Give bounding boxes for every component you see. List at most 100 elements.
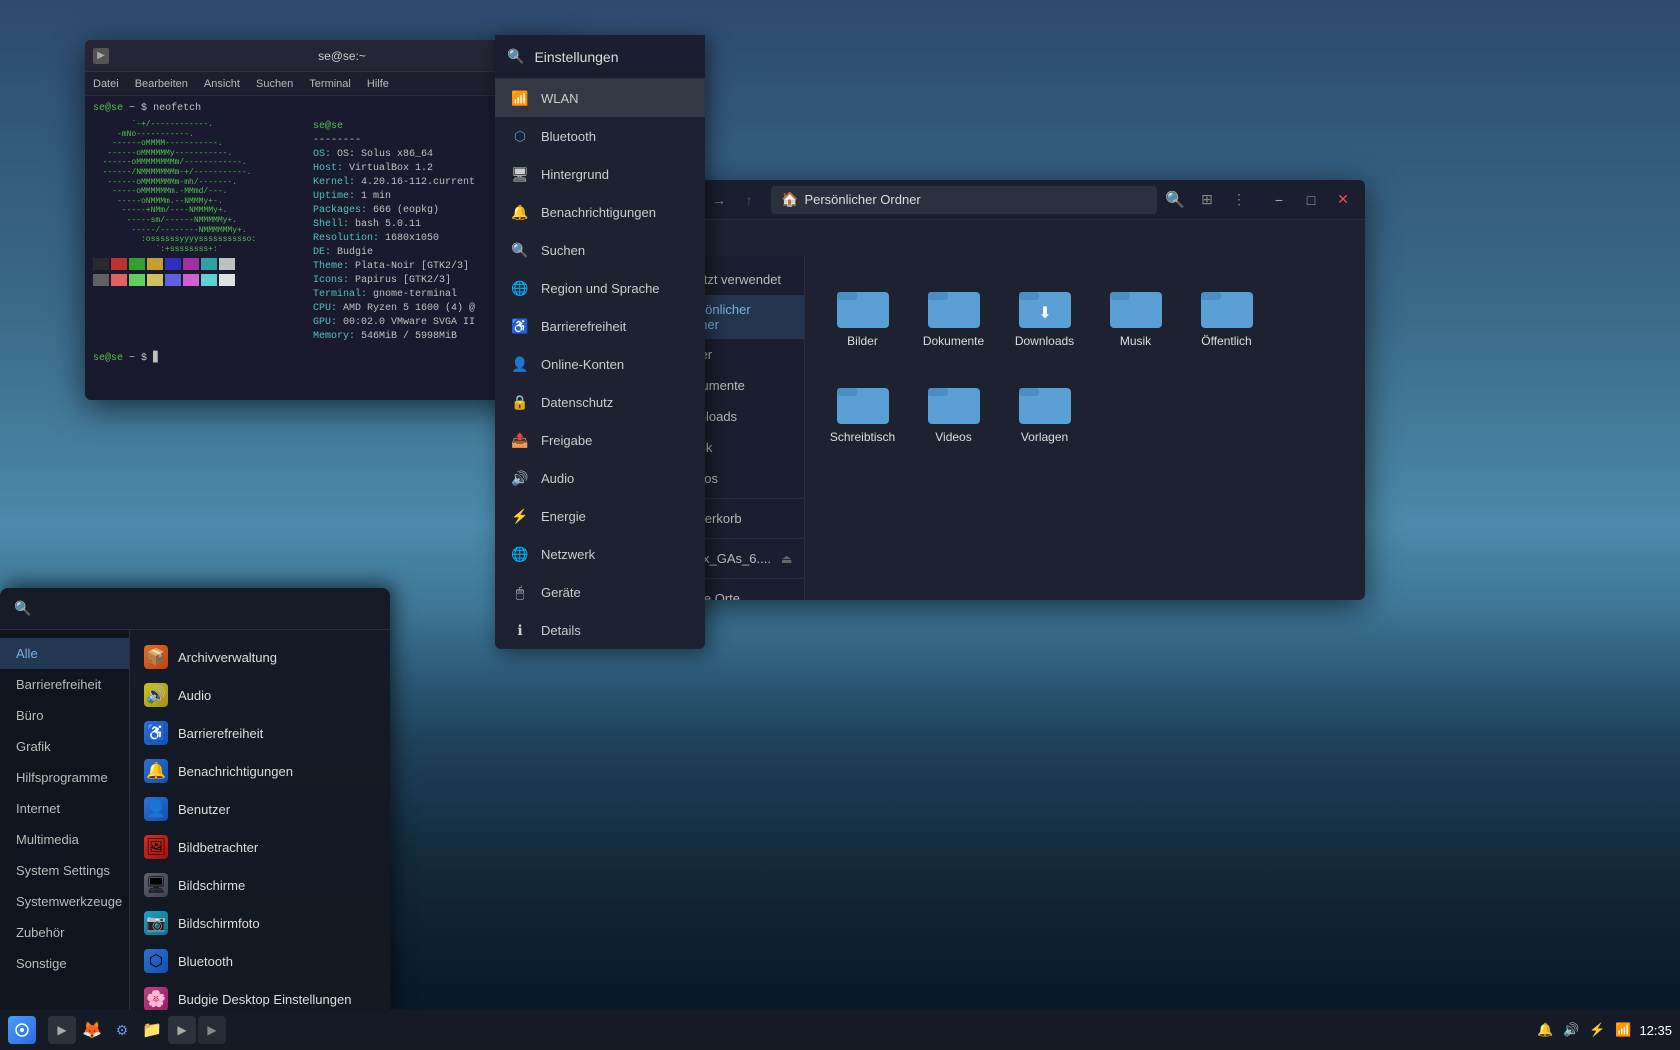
menu-suchen[interactable]: Suchen [256,78,293,90]
settings-netzwerk[interactable]: 🌐 Netzwerk [495,535,705,573]
folder-schreibtisch-name: Schreibtisch [830,430,895,444]
region-icon: 🌐 [511,279,529,297]
app-barrierefreiheit-icon: ♿ [144,721,168,745]
geraete-icon: 🖱 [511,583,529,601]
launcher-search-input[interactable] [39,601,376,617]
settings-audio[interactable]: 🔊 Audio [495,459,705,497]
settings-bluetooth[interactable]: ⬡ Bluetooth [495,117,705,155]
fm-forward-btn[interactable]: → [705,186,733,214]
fm-location-text: Persönlicher Ordner [804,192,920,207]
settings-suchen[interactable]: 🔍 Suchen [495,231,705,269]
app-barrierefreiheit[interactable]: ♿ Barrierefreiheit [130,714,390,752]
cat-hilfsprogramme[interactable]: Hilfsprogramme [0,762,129,793]
settings-energie-label: Energie [541,509,586,524]
app-bildschirmfoto-icon: 📷 [144,911,168,935]
app-benachrichtigungen[interactable]: 🔔 Benachrichtigungen [130,752,390,790]
menu-ansicht[interactable]: Ansicht [204,78,240,90]
app-budgie-desktop[interactable]: 🌸 Budgie Desktop Einstellungen [130,980,390,1010]
folder-downloads-icon: ⬇ [1019,284,1071,328]
tray-notification-icon[interactable]: 🔔 [1535,1020,1555,1040]
folder-musik[interactable]: Musik [1098,276,1173,356]
cat-alle[interactable]: Alle [0,638,129,669]
folder-vorlagen-icon [1019,380,1071,424]
taskbar-terminal2-icon[interactable]: ▶ [168,1016,196,1044]
menu-hilfe[interactable]: Hilfe [367,78,389,90]
settings-freigabe-label: Freigabe [541,433,592,448]
cat-system-settings[interactable]: System Settings [0,855,129,886]
barrierefreiheit-icon: ♿ [511,317,529,335]
settings-freigabe[interactable]: 📤 Freigabe [495,421,705,459]
app-archivverwaltung-name: Archivverwaltung [178,650,277,665]
taskbar-budgie-settings-icon[interactable]: ⚙ [108,1016,136,1044]
fm-menu-btn[interactable]: ⋮ [1225,186,1253,214]
settings-datenschutz[interactable]: 🔒 Datenschutz [495,383,705,421]
settings-suchen-label: Suchen [541,243,585,258]
fm-minimize-btn[interactable]: − [1265,186,1293,214]
app-audio[interactable]: 🔊 Audio [130,676,390,714]
cat-multimedia[interactable]: Multimedia [0,824,129,855]
fm-location-bar[interactable]: 🏠 Persönlicher Ordner [771,186,1157,214]
fm-search-btn[interactable]: 🔍 [1161,186,1189,214]
settings-geraete[interactable]: 🖱 Geräte [495,573,705,611]
taskbar-terminal-icon[interactable]: ▶ [48,1016,76,1044]
fm-view-toggle-btn[interactable]: ⊞ [1193,186,1221,214]
app-audio-icon: 🔊 [144,683,168,707]
hintergrund-icon: 🖥 [511,165,529,183]
settings-bluetooth-label: Bluetooth [541,129,596,144]
cat-buero[interactable]: Büro [0,700,129,731]
settings-region[interactable]: 🌐 Region und Sprache [495,269,705,307]
folder-schreibtisch[interactable]: Schreibtisch [825,372,900,452]
tray-power-icon[interactable]: ⚡ [1587,1020,1607,1040]
folder-bilder[interactable]: Bilder [825,276,900,356]
app-benachrichtigungen-name: Benachrichtigungen [178,764,293,779]
app-bildbetrachter[interactable]: 🖼 Bildbetrachter [130,828,390,866]
cat-grafik[interactable]: Grafik [0,731,129,762]
app-bildbetrachter-icon: 🖼 [144,835,168,859]
fm-maximize-btn[interactable]: □ [1297,186,1325,214]
cat-barrierefreiheit[interactable]: Barrierefreiheit [0,669,129,700]
app-bildschirme[interactable]: 🖥 Bildschirme [130,866,390,904]
folder-vorlagen[interactable]: Vorlagen [1007,372,1082,452]
taskbar-files-icon[interactable]: 📁 [138,1016,166,1044]
fm-eject-icon[interactable]: ⏏ [781,552,792,566]
app-bildschirmfoto[interactable]: 📷 Bildschirmfoto [130,904,390,942]
fm-up-btn[interactable]: ↑ [735,186,763,214]
settings-wlan[interactable]: 📶 WLAN [495,79,705,117]
fm-close-btn[interactable]: ✕ [1329,186,1357,214]
taskbar-extra-icon[interactable]: ▶ [198,1016,226,1044]
cat-sonstige[interactable]: Sonstige [0,948,129,979]
budgie-menu-btn[interactable] [8,1016,36,1044]
folder-downloads[interactable]: ⬇ Downloads [1007,276,1082,356]
online-konten-icon: 👤 [511,355,529,373]
folder-videos[interactable]: Videos [916,372,991,452]
settings-online-konten[interactable]: 👤 Online-Konten [495,345,705,383]
settings-datenschutz-label: Datenschutz [541,395,613,410]
tray-network-icon[interactable]: 📶 [1613,1020,1633,1040]
settings-barrierefreiheit-label: Barrierefreiheit [541,319,626,334]
details-icon: ℹ [511,621,529,639]
menu-bearbeiten[interactable]: Bearbeiten [135,78,188,90]
launcher-categories: Alle Barrierefreiheit Büro Grafik Hilfsp… [0,630,130,1010]
cat-systemwerkzeuge[interactable]: Systemwerkzeuge [0,886,129,917]
cat-zubehoer[interactable]: Zubehör [0,917,129,948]
cat-internet[interactable]: Internet [0,793,129,824]
app-benutzer-icon: 👤 [144,797,168,821]
fm-content: Bilder Dokumente ⬇ Downloads Musik Öffen… [805,256,1365,600]
app-bluetooth[interactable]: ⬡ Bluetooth [130,942,390,980]
app-benutzer[interactable]: 👤 Benutzer [130,790,390,828]
settings-energie[interactable]: ⚡ Energie [495,497,705,535]
settings-details[interactable]: ℹ Details [495,611,705,649]
app-audio-name: Audio [178,688,211,703]
settings-barrierefreiheit[interactable]: ♿ Barrierefreiheit [495,307,705,345]
folder-dokumente[interactable]: Dokumente [916,276,991,356]
settings-benachrichtigungen[interactable]: 🔔 Benachrichtigungen [495,193,705,231]
app-archivverwaltung[interactable]: 📦 Archivverwaltung [130,638,390,676]
tray-volume-icon[interactable]: 🔊 [1561,1020,1581,1040]
folder-oeffentlich[interactable]: Öffentlich [1189,276,1264,356]
settings-hintergrund[interactable]: 🖥 Hintergrund [495,155,705,193]
taskbar-firefox-icon[interactable]: 🦊 [78,1016,106,1044]
taskbar: ▶ 🦊 ⚙ 📁 ▶ ▶ 🔔 🔊 ⚡ 📶 12:35 [0,1010,1680,1050]
menu-terminal[interactable]: Terminal [309,78,351,90]
folder-videos-name: Videos [935,430,971,444]
menu-datei[interactable]: Datei [93,78,119,90]
